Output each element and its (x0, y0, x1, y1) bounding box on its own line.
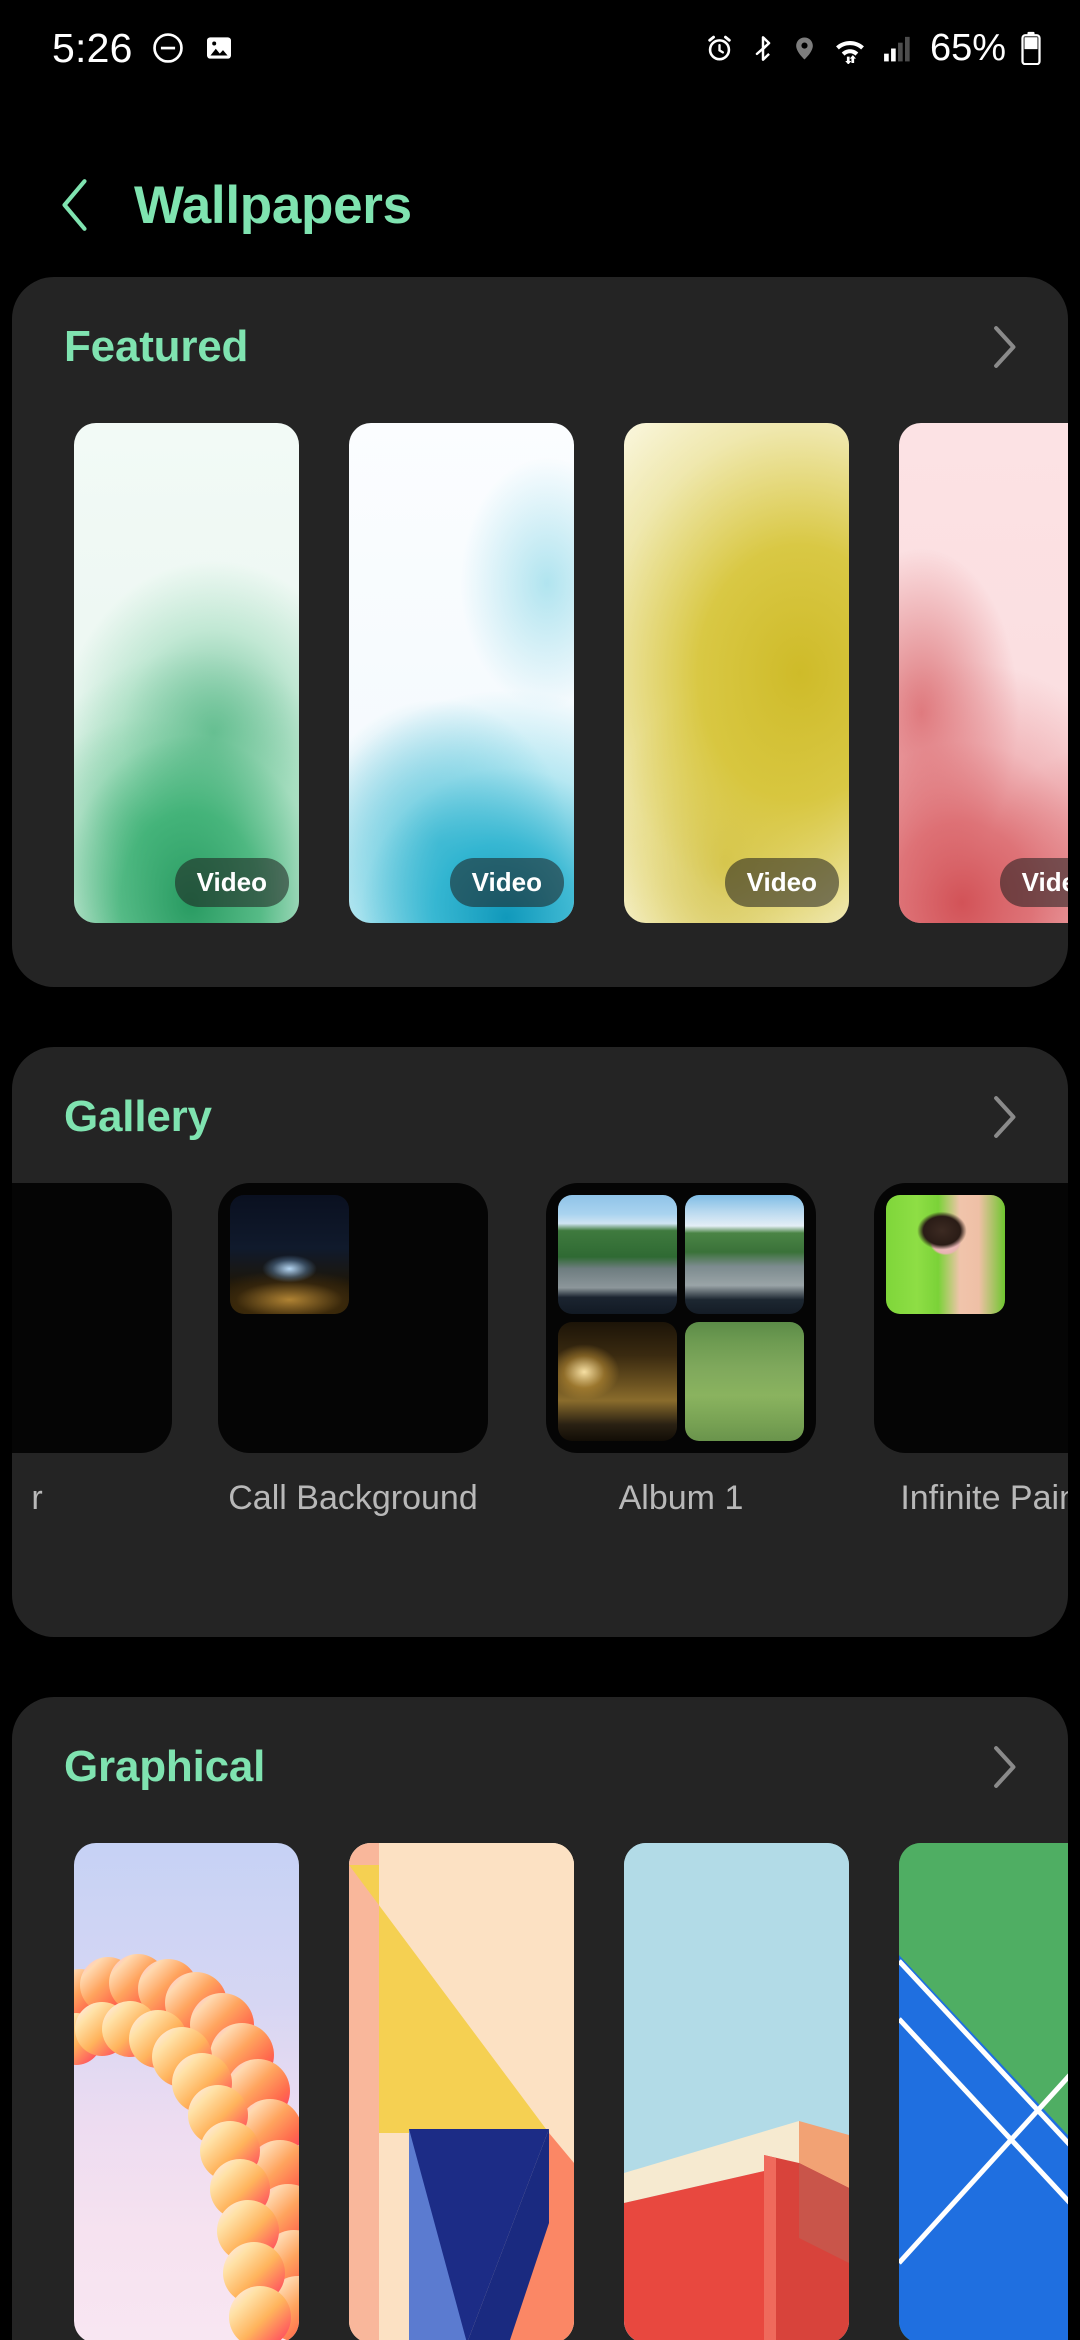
folder-thumb-grid[interactable] (546, 1183, 816, 1453)
featured-wallpaper-item[interactable]: Video (349, 423, 574, 923)
green-blue-lines-wallpaper[interactable] (899, 1843, 1068, 2340)
gallery-folder-row[interactable]: r Call Background Album 1 Infinite Paint… (12, 1183, 1068, 1518)
chevron-right-icon[interactable] (984, 1746, 1024, 1788)
gallery-folder-item[interactable]: Album 1 (546, 1183, 816, 1518)
video-badge: Video (999, 858, 1068, 907)
location-icon (791, 33, 818, 64)
battery-icon (1020, 31, 1042, 66)
graphical-section-card: Graphical (12, 1697, 1068, 2340)
folder-thumb-grid[interactable] (218, 1183, 488, 1453)
battery-percent-label: 65% (929, 26, 1006, 69)
folder-label: Album 1 (618, 1479, 744, 1517)
gallery-folder-item[interactable]: Infinite Painter (874, 1183, 1068, 1518)
featured-wallpaper-item[interactable]: Video (74, 423, 299, 923)
folder-thumb-grid[interactable] (874, 1183, 1068, 1453)
page-title: Wallpapers (134, 175, 412, 235)
graphical-section-title: Graphical (64, 1742, 266, 1791)
alarm-icon (704, 33, 735, 64)
folder-thumb-grid[interactable] (12, 1183, 172, 1453)
folder-thumbnail (558, 1322, 677, 1441)
featured-wallpaper-item[interactable]: Video (624, 423, 849, 923)
screenshot-image-icon (203, 32, 235, 64)
folder-thumbnail (558, 1195, 677, 1314)
folder-label: Infinite Painter (900, 1479, 1068, 1517)
featured-section-card: Featured Video Video Video Video (12, 277, 1068, 987)
red-particle-wallpaper (899, 423, 1068, 923)
do-not-disturb-icon (151, 31, 185, 65)
folder-thumbnail (685, 1195, 804, 1314)
featured-wallpaper-item[interactable]: Video (899, 423, 1068, 923)
status-bar: 5:26 65% (0, 0, 1080, 96)
chevron-right-icon[interactable] (984, 326, 1024, 368)
yellow-particle-wallpaper (624, 423, 849, 923)
back-button[interactable] (52, 177, 98, 233)
folder-label: Call Background (228, 1479, 478, 1517)
graphical-section-header[interactable]: Graphical (12, 1697, 1068, 1837)
featured-section-title: Featured (64, 322, 249, 371)
geometric-diagonal-wallpaper[interactable] (349, 1843, 574, 2340)
graphical-wallpaper-row[interactable] (12, 1843, 1068, 2340)
signal-bars-icon (882, 33, 912, 64)
gallery-section-card: Gallery r Call Background Album 1 Infini… (12, 1047, 1068, 1637)
gallery-folder-item[interactable]: Call Background (218, 1183, 488, 1518)
status-bar-left: 5:26 (52, 25, 235, 72)
page-header: Wallpapers (0, 150, 1080, 260)
folder-thumbnail (685, 1322, 804, 1441)
status-bar-right: 65% (704, 27, 1042, 70)
video-badge: Video (449, 858, 564, 907)
green-particle-wallpaper (74, 423, 299, 923)
back-chevron-icon (62, 179, 87, 231)
gallery-folder-item[interactable]: r (12, 1183, 172, 1518)
chevron-right-icon[interactable] (984, 1096, 1024, 1138)
status-bar-clock: 5:26 (52, 24, 133, 71)
geometric-diagonal-art (349, 1843, 574, 2340)
folder-thumbnail (230, 1195, 349, 1314)
folder-thumbnail (886, 1195, 1005, 1314)
video-badge: Video (174, 858, 289, 907)
cloud-arc-wallpaper[interactable] (74, 1843, 299, 2340)
featured-wallpaper-row[interactable]: Video Video Video Video (12, 423, 1068, 923)
bluetooth-icon (749, 33, 777, 64)
video-badge: Video (724, 858, 839, 907)
rooftop-minimal-wallpaper[interactable] (624, 1843, 849, 2340)
cloud-arc-art (74, 1954, 299, 2340)
gallery-section-title: Gallery (64, 1092, 212, 1141)
rooftop-minimal-art (624, 1843, 849, 2340)
blue-particle-wallpaper (349, 423, 574, 923)
folder-label: r (31, 1479, 43, 1517)
gallery-section-header[interactable]: Gallery (12, 1047, 1068, 1187)
green-blue-lines-art (899, 1843, 1068, 2340)
featured-section-header[interactable]: Featured (12, 277, 1068, 417)
wifi-icon (832, 33, 868, 65)
